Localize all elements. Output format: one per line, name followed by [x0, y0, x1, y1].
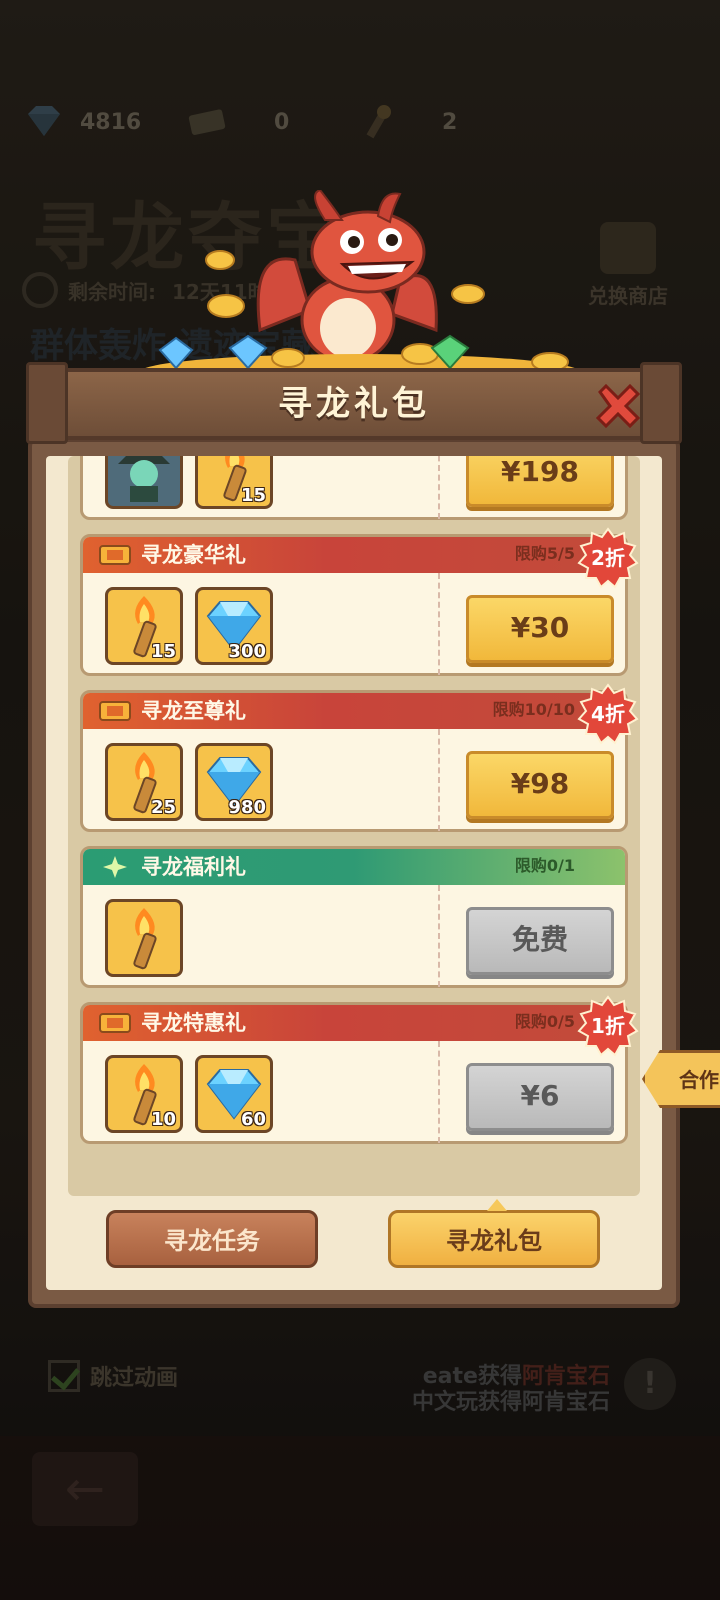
discount-badge — [577, 683, 639, 745]
package-card-deluxe: 寻龙豪华礼 限购5/5 2折 15 300 ¥30 — [80, 527, 639, 676]
ticket-icon — [99, 701, 131, 721]
price-button[interactable]: ¥30 — [466, 595, 614, 663]
gift-pack-panel: 寻龙礼包 15 ¥198 寻龙豪华礼 限购5/5 2折 15 300 ¥30 寻… — [26, 362, 682, 1308]
card-header-band: 寻龙至尊礼 限购10/10 — [83, 693, 625, 729]
package-item: 980 — [195, 743, 273, 821]
purchase-limit: 限购5/5 — [514, 544, 575, 563]
purchase-limit: 限购0/1 — [514, 856, 575, 875]
card-divider — [438, 1041, 440, 1143]
purchase-limit: 限购0/5 — [514, 1012, 575, 1031]
close-button[interactable] — [590, 378, 646, 434]
discount-badge — [577, 995, 639, 1057]
package-name: 寻龙豪华礼 — [141, 543, 246, 567]
package-card-special: 寻龙特惠礼 限购0/5 1折 10 60 ¥6 — [80, 995, 639, 1144]
item-qty: 10 — [150, 1109, 176, 1130]
price-button[interactable]: ¥6 — [466, 1063, 614, 1131]
package-item: 15 — [105, 587, 183, 665]
card-divider — [438, 885, 440, 987]
price-button[interactable]: ¥198 — [466, 456, 614, 507]
item-qty: 15 — [240, 485, 266, 506]
card-header-band: 寻龙豪华礼 限购5/5 — [83, 537, 625, 573]
close-icon — [595, 383, 641, 429]
item-qty: 980 — [228, 797, 266, 818]
price-button[interactable]: 免费 — [466, 907, 614, 975]
item-qty: 25 — [150, 797, 176, 818]
card-header-band: 寻龙特惠礼 限购0/5 — [83, 1005, 625, 1041]
package-item: 15 — [195, 456, 273, 509]
tab-dragon-packs[interactable]: 寻龙礼包 — [388, 1199, 600, 1268]
package-card-welfare: 寻龙福利礼 限购0/1 免费 — [80, 846, 628, 988]
ticket-icon — [99, 545, 131, 565]
package-item: 10 — [105, 1055, 183, 1133]
price-button[interactable]: ¥98 — [466, 751, 614, 819]
package-item: 300 — [195, 587, 273, 665]
ticket-icon — [99, 1013, 131, 1033]
discount-badge — [577, 527, 639, 589]
package-name: 寻龙至尊礼 — [141, 699, 246, 723]
package-card-premium: 15 ¥198 — [80, 456, 628, 520]
item-qty: 15 — [150, 641, 176, 662]
purchase-limit: 限购10/10 — [492, 700, 575, 719]
package-name: 寻龙福利礼 — [141, 855, 246, 879]
dragon-treasure-illustration — [140, 190, 580, 380]
card-divider — [438, 729, 440, 831]
package-item — [105, 456, 183, 509]
sparkle-icon — [103, 856, 127, 878]
card-divider — [438, 573, 440, 675]
panel-title: 寻龙礼包 — [278, 384, 430, 424]
item-qty: 300 — [228, 641, 266, 662]
tab-dragon-quests[interactable]: 寻龙任务 — [106, 1210, 318, 1268]
torch-icon — [133, 908, 157, 970]
card-header-band: 寻龙福利礼 限购0/1 — [83, 849, 625, 885]
package-list[interactable]: 15 ¥198 寻龙豪华礼 限购5/5 2折 15 300 ¥30 寻龙至尊礼 … — [68, 456, 640, 1196]
package-card-supreme: 寻龙至尊礼 限购10/10 4折 25 980 ¥98 — [80, 683, 639, 832]
package-item — [105, 899, 183, 977]
package-item: 60 — [195, 1055, 273, 1133]
card-divider — [438, 456, 440, 519]
witch-hero-icon — [118, 456, 170, 502]
item-qty: 60 — [240, 1109, 266, 1130]
package-name: 寻龙特惠礼 — [141, 1011, 246, 1035]
package-item: 25 — [105, 743, 183, 821]
